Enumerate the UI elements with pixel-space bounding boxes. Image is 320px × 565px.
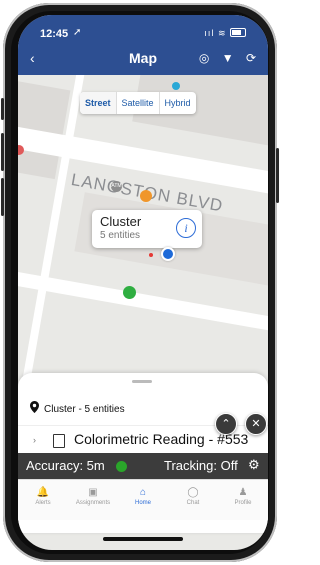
cluster-subtitle: 5 entities [100, 230, 141, 241]
atm-icon[interactable]: ATM [111, 181, 122, 192]
tab-label: Assignments [75, 500, 111, 506]
cluster-callout[interactable]: Cluster 5 entities i [92, 210, 202, 248]
tracking-label[interactable]: Tracking: Off [164, 458, 238, 473]
wifi-icon: ≋ [217, 28, 227, 38]
header-actions: ◎ ▼ ⟳ [199, 51, 256, 65]
tab-profile[interactable]: ♟ Profile [218, 480, 268, 520]
signal-icon: ııl [204, 28, 215, 38]
tab-label: Chat [186, 500, 200, 506]
accuracy-label: Accuracy: 5m [26, 458, 105, 473]
header: 12:45 ➚ ııl ≋ ‹ Map ◎ ▼ ⟳ [18, 15, 268, 75]
filter-icon[interactable]: ▼ [222, 51, 234, 65]
accuracy-indicator [116, 461, 127, 472]
power-button [276, 148, 279, 203]
bell-icon: 🔔 [36, 487, 50, 498]
sheet-title: Cluster - 5 entities [44, 404, 125, 415]
tab-bar: 🔔 Alerts ▣ Assignments ⌂ Home ◯ Chat ♟ P… [18, 479, 268, 520]
chat-marker-icon[interactable] [123, 286, 136, 299]
home-icon: ⌂ [139, 487, 147, 498]
screen: 12:45 ➚ ııl ≋ ‹ Map ◎ ▼ ⟳ LANGSTON BLVD … [18, 15, 268, 550]
red-marker[interactable] [149, 253, 153, 257]
document-icon [53, 434, 65, 448]
tab-assignments[interactable]: ▣ Assignments [68, 480, 118, 520]
target-icon[interactable]: ◎ [199, 51, 209, 65]
tab-label: Alerts [35, 500, 51, 506]
location-pin-icon [30, 401, 39, 413]
cluster-title: Cluster [100, 214, 142, 229]
tab-label: Home [134, 500, 151, 506]
map-type-satellite[interactable]: Satellite [117, 92, 160, 114]
chevron-right-icon[interactable]: › [33, 435, 36, 445]
refresh-icon[interactable]: ⟳ [246, 51, 256, 65]
tab-home[interactable]: ⌂ Home [118, 480, 168, 520]
tab-label: Profile [234, 500, 252, 506]
map-type-street[interactable]: Street [80, 92, 117, 114]
battery-icon [230, 28, 246, 37]
map-type-selector[interactable]: Street Satellite Hybrid [80, 92, 196, 114]
status-time: 12:45 [40, 28, 69, 40]
close-button[interactable]: ✕ [245, 413, 267, 435]
collapse-up-button[interactable]: ⌃ [215, 413, 237, 435]
gear-icon[interactable]: ⚙ [248, 457, 260, 473]
current-location-dot [161, 247, 175, 261]
person-icon: ♟ [238, 487, 248, 498]
location-arrow-icon: ➚ [73, 27, 82, 38]
home-indicator [103, 537, 183, 541]
tab-alerts[interactable]: 🔔 Alerts [18, 480, 68, 520]
volume-down-button [1, 178, 4, 216]
map-type-hybrid[interactable]: Hybrid [160, 92, 196, 114]
documents-icon: ▣ [88, 487, 98, 498]
sheet-grabber[interactable] [132, 380, 152, 383]
chat-icon: ◯ [187, 487, 199, 498]
tracking-status-bar: Accuracy: 5m Tracking: Off ⚙ [18, 453, 268, 479]
tab-chat[interactable]: ◯ Chat [168, 480, 218, 520]
mute-switch [1, 98, 4, 120]
volume-up-button [1, 133, 4, 171]
status-indicators: ııl ≋ [204, 27, 246, 39]
info-icon[interactable]: i [176, 218, 196, 238]
map-view[interactable]: LANGSTON BLVD Street Satellite Hybrid AT… [18, 75, 268, 390]
food-icon[interactable] [140, 190, 152, 202]
poi-marker[interactable] [172, 82, 180, 90]
